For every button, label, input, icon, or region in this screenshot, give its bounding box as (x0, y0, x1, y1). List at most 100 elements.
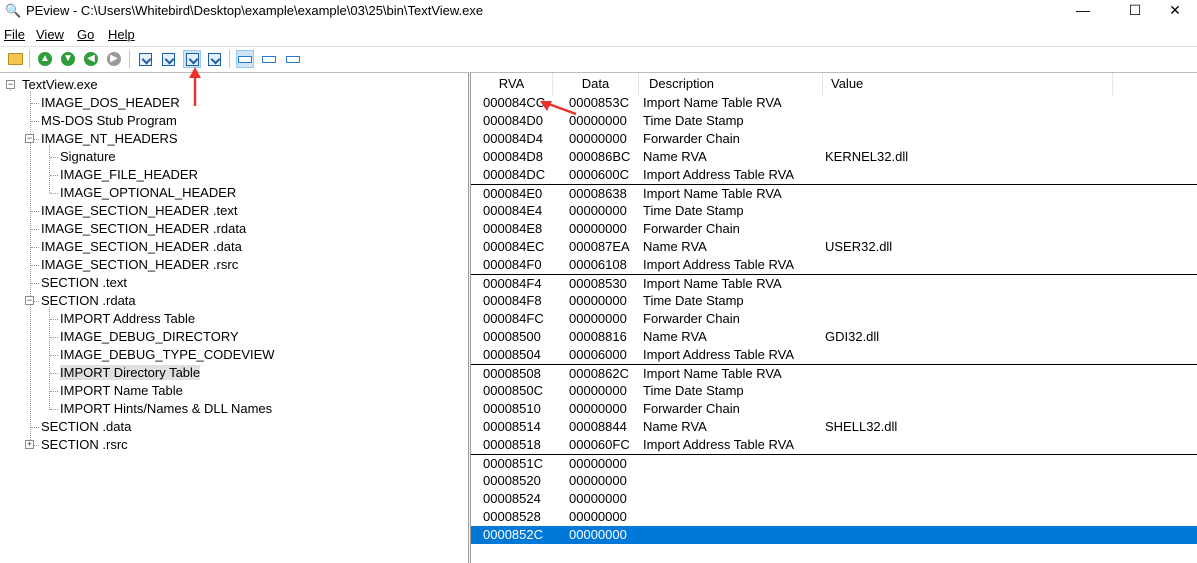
tree-label: SECTION .data (41, 419, 132, 434)
go-back-button[interactable]: ◀ (82, 50, 100, 68)
tree-item[interactable]: IMAGE_OPTIONAL_HEADER (50, 184, 236, 202)
menu-help[interactable]: Help (108, 27, 135, 42)
tree-root[interactable]: − TextView.exe (6, 76, 98, 94)
table-row[interactable]: 0000850C 00000000 Time Date Stamp (471, 382, 1197, 400)
tree-item[interactable]: IMAGE_SECTION_HEADER .rdata (31, 220, 246, 238)
tree-item[interactable]: SECTION .data (31, 418, 132, 436)
column-header-description[interactable]: Description (639, 73, 823, 95)
view-last-button[interactable] (205, 50, 223, 68)
close-button[interactable]: ✕ (1152, 0, 1197, 22)
go-up-button[interactable]: ▲ (36, 50, 54, 68)
description-cell: Time Date Stamp (643, 383, 744, 398)
table-row[interactable]: 000084F8 00000000 Time Date Stamp (471, 292, 1197, 310)
tree-item[interactable]: − IMAGE_NT_HEADERS (25, 130, 178, 148)
tree-item[interactable]: IMAGE_FILE_HEADER (50, 166, 198, 184)
rva-cell: 000084E4 (483, 203, 543, 218)
data-cell: 00000000 (569, 456, 627, 471)
view-down-button[interactable] (159, 50, 177, 68)
view-words-button[interactable] (260, 50, 278, 68)
table-row[interactable]: 00008514 00008844 Name RVA SHELL32.dll (471, 418, 1197, 436)
data-table[interactable]: RVA Data Description Value 000084CC 00008… (471, 72, 1197, 563)
collapse-icon[interactable]: − (25, 296, 34, 305)
document-icon (161, 52, 175, 66)
menu-go[interactable]: Go (77, 27, 94, 42)
table-row[interactable]: 000084E8 00000000 Forwarder Chain (471, 220, 1197, 238)
tree-line (50, 391, 58, 392)
tree-item[interactable]: IMAGE_DEBUG_DIRECTORY (50, 328, 239, 346)
download-icon (207, 52, 221, 66)
tree-item[interactable]: + SECTION .rsrc (25, 436, 128, 454)
data-cell: 00000000 (569, 293, 627, 308)
description-cell: Forwarder Chain (643, 311, 740, 326)
description-cell: Import Address Table RVA (643, 437, 795, 452)
menu-file[interactable]: File (4, 27, 25, 42)
tree-item[interactable]: IMPORT Name Table (50, 382, 183, 400)
column-header-rva[interactable]: RVA (471, 73, 553, 95)
tree-item[interactable]: IMAGE_DEBUG_TYPE_CODEVIEW (50, 346, 275, 364)
table-row[interactable]: 00008508 0000862C Import Name Table RVA (471, 364, 1197, 382)
tree-item[interactable]: SECTION .text (31, 274, 127, 292)
go-forward-button[interactable]: ▶ (105, 50, 123, 68)
tree-item[interactable]: IMAGE_SECTION_HEADER .text (31, 202, 238, 220)
tree-label: IMAGE_FILE_HEADER (60, 167, 198, 182)
expand-icon[interactable]: + (25, 440, 34, 449)
structure-tree[interactable]: − TextView.exe IMAGE_DOS_HEADER MS-DOS Stub… (0, 72, 468, 563)
table-row[interactable]: 000084F0 00006108 Import Address Table RVA (471, 256, 1197, 274)
column-header-value[interactable]: Value (823, 73, 1113, 95)
tree-item[interactable]: IMAGE_SECTION_HEADER .data (31, 238, 242, 256)
tree-item[interactable]: MS-DOS Stub Program (31, 112, 177, 130)
value-cell: USER32.dll (825, 239, 893, 254)
description-cell: Name RVA (643, 149, 707, 164)
table-row[interactable]: 00008504 00006000 Import Address Table RVA (471, 346, 1197, 364)
rva-cell: 00008514 (483, 419, 541, 434)
table-row[interactable]: 000084D4 00000000 Forwarder Chain (471, 130, 1197, 148)
view-dwords-button[interactable] (284, 50, 302, 68)
table-row[interactable]: 000084EC 000087EA Name RVA USER32.dll (471, 238, 1197, 256)
table-row[interactable]: 000084DC 0000600C Import Address Table RVA (471, 166, 1197, 184)
view-prev-button[interactable] (136, 50, 154, 68)
tree-label: IMPORT Hints/Names & DLL Names (60, 401, 273, 416)
table-row[interactable]: 000084E4 00000000 Time Date Stamp (471, 202, 1197, 220)
minimize-button[interactable]: — (1060, 0, 1106, 22)
table-row[interactable]: 00008500 00008816 Name RVA GDI32.dll (471, 328, 1197, 346)
open-file-button[interactable] (6, 50, 24, 68)
table-row[interactable]: 00008510 00000000 Forwarder Chain (471, 400, 1197, 418)
tree-line (31, 247, 39, 248)
forward-arrow-icon: ▶ (107, 52, 121, 66)
tree-item[interactable]: − SECTION .rdata (25, 292, 136, 310)
column-header-data[interactable]: Data (553, 73, 639, 95)
tree-item[interactable]: Signature (50, 148, 116, 166)
rva-cell: 000084E0 (483, 186, 543, 201)
collapse-icon[interactable]: − (25, 134, 34, 143)
document-icon (138, 52, 152, 66)
tree-item[interactable]: IMAGE_SECTION_HEADER .rsrc (31, 256, 238, 274)
go-down-button[interactable]: ▼ (59, 50, 77, 68)
tree-line (50, 409, 58, 410)
table-row[interactable]: 00008528 00000000 (471, 508, 1197, 526)
tree-item[interactable]: IMPORT Address Table (50, 310, 196, 328)
table-row[interactable]: 000084FC 00000000 Forwarder Chain (471, 310, 1197, 328)
value-cell: GDI32.dll (825, 329, 880, 344)
table-row[interactable]: 00008524 00000000 (471, 490, 1197, 508)
menu-view[interactable]: View (36, 27, 64, 42)
data-cell: 00000000 (569, 509, 627, 524)
tree-item[interactable]: IMPORT Hints/Names & DLL Names (50, 400, 273, 418)
tree-item[interactable]: IMPORT Directory Table (50, 364, 201, 382)
table-row[interactable]: 000084D0 00000000 Time Date Stamp (471, 112, 1197, 130)
table-row[interactable]: 000084E0 00008638 Import Name Table RVA (471, 184, 1197, 202)
table-row[interactable]: 00008520 00000000 (471, 472, 1197, 490)
table-row[interactable]: 000084D8 000086BC Name RVA KERNEL32.dll (471, 148, 1197, 166)
tree-label: IMAGE_SECTION_HEADER .text (41, 203, 238, 218)
data-cell: 00006108 (569, 257, 627, 272)
tree-label: IMPORT Address Table (60, 311, 196, 326)
table-row[interactable]: 0000851C 00000000 (471, 454, 1197, 472)
data-cell: 0000600C (569, 167, 629, 182)
table-row[interactable]: 0000852C 00000000 (471, 526, 1197, 544)
table-row[interactable]: 000084F4 00008530 Import Name Table RVA (471, 274, 1197, 292)
collapse-icon[interactable]: − (6, 80, 15, 89)
data-cell: 00000000 (569, 221, 627, 236)
table-row[interactable]: 00008518 000060FC Import Address Table RVA (471, 436, 1197, 454)
table-row[interactable]: 000084CC 0000853C Import Name Table RVA (471, 94, 1197, 112)
view-bytes-button[interactable] (236, 50, 254, 68)
tree-item[interactable]: IMAGE_DOS_HEADER (31, 94, 180, 112)
